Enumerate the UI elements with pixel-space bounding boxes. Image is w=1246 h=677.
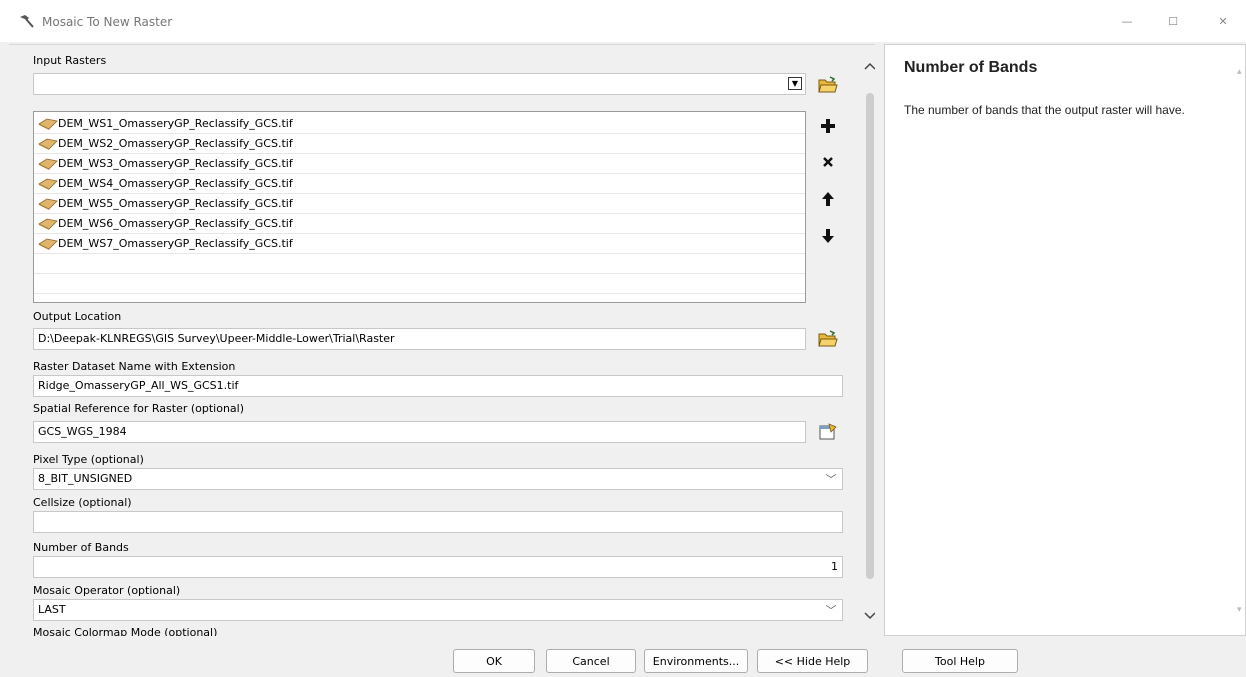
help-text: The number of bands that the output rast…	[904, 103, 1185, 117]
raster-list-item-label: DEM_WS6_OmasseryGP_Reclassify_GCS.tif	[58, 217, 293, 230]
remove-raster-button[interactable]	[817, 151, 839, 173]
chevron-down-icon[interactable]: ﹀	[823, 472, 839, 487]
raster-list-item-label: DEM_WS2_OmasseryGP_Reclassify_GCS.tif	[58, 137, 293, 150]
raster-dataset-icon	[38, 238, 58, 250]
title-bar: Mosaic To New Raster — ☐ ✕	[0, 0, 1246, 42]
raster-dataset-icon	[38, 138, 58, 150]
raster-dataset-icon	[38, 218, 58, 230]
raster-list-empty-row[interactable]	[34, 254, 805, 274]
mosaic-operator-select[interactable]: LAST ﹀	[33, 599, 843, 621]
hide-help-button[interactable]: << Hide Help	[757, 649, 868, 673]
raster-list-item[interactable]: DEM_WS5_OmasseryGP_Reclassify_GCS.tif	[34, 194, 805, 214]
window-title: Mosaic To New Raster	[42, 15, 173, 29]
maximize-button[interactable]: ☐	[1150, 0, 1196, 42]
input-rasters-combo[interactable]: ▼	[33, 73, 806, 95]
close-button[interactable]: ✕	[1200, 0, 1246, 42]
cancel-button[interactable]: Cancel	[546, 649, 636, 673]
raster-list-item[interactable]: DEM_WS6_OmasseryGP_Reclassify_GCS.tif	[34, 214, 805, 234]
close-icon: ✕	[1218, 14, 1228, 28]
scroll-down-icon[interactable]	[861, 607, 875, 625]
spatial-reference-label: Spatial Reference for Raster (optional)	[33, 402, 245, 415]
input-rasters-label: Input Rasters	[33, 54, 107, 67]
spatial-reference-field[interactable]: GCS_WGS_1984	[33, 421, 806, 443]
input-rasters-list[interactable]: DEM_WS1_OmasseryGP_Reclassify_GCS.tif DEM…	[33, 111, 806, 303]
open-folder-icon	[818, 76, 838, 93]
raster-list-empty-row[interactable]	[34, 274, 805, 294]
browse-input-button[interactable]	[817, 74, 839, 96]
raster-dataset-icon	[38, 178, 58, 190]
ok-button[interactable]: OK	[453, 649, 535, 673]
colormap-mode-label: Mosaic Colormap Mode (optional)	[33, 626, 218, 636]
raster-list-item-label: DEM_WS5_OmasseryGP_Reclassify_GCS.tif	[58, 197, 293, 210]
raster-name-field[interactable]: Ridge_OmasseryGP_All_WS_GCS1.tif	[33, 375, 843, 397]
raster-list-item-label: DEM_WS1_OmasseryGP_Reclassify_GCS.tif	[58, 117, 293, 130]
maximize-icon: ☐	[1168, 14, 1178, 28]
raster-list-item[interactable]: DEM_WS7_OmasseryGP_Reclassify_GCS.tif	[34, 234, 805, 254]
raster-list-item[interactable]: DEM_WS2_OmasseryGP_Reclassify_GCS.tif	[34, 134, 805, 154]
parameters-scrollbar[interactable]	[861, 55, 875, 636]
open-folder-icon	[818, 330, 838, 347]
cellsize-label: Cellsize (optional)	[33, 496, 132, 509]
chevron-down-icon[interactable]: ▼	[788, 77, 802, 90]
browse-output-button[interactable]	[817, 328, 839, 350]
minimize-icon: —	[1121, 14, 1133, 28]
raster-list-item[interactable]: DEM_WS3_OmasseryGP_Reclassify_GCS.tif	[34, 154, 805, 174]
raster-name-label: Raster Dataset Name with Extension	[33, 360, 236, 373]
help-panel: Number of Bands The number of bands that…	[884, 44, 1246, 636]
tool-help-button[interactable]: Tool Help	[902, 649, 1018, 673]
parameters-panel: Input Rasters ▼ DEM_WS1_OmasseryGP_Recla…	[9, 44, 875, 636]
cellsize-field[interactable]	[33, 511, 843, 533]
number-of-bands-label: Number of Bands	[33, 541, 129, 554]
raster-dataset-icon	[38, 198, 58, 210]
move-down-button[interactable]	[817, 225, 839, 247]
button-bar: OK Cancel Environments... << Hide Help T…	[0, 637, 1246, 677]
raster-dataset-icon	[38, 158, 58, 170]
add-raster-button[interactable]	[817, 115, 839, 137]
help-scroll-down-icon[interactable]: ▾	[1237, 605, 1242, 615]
arrow-up-icon	[822, 192, 834, 206]
environments-button[interactable]: Environments...	[644, 649, 748, 673]
scroll-up-icon[interactable]	[861, 57, 875, 75]
raster-list-item-label: DEM_WS3_OmasseryGP_Reclassify_GCS.tif	[58, 157, 293, 170]
raster-list-item[interactable]: DEM_WS1_OmasseryGP_Reclassify_GCS.tif	[34, 114, 805, 134]
raster-list-item-label: DEM_WS4_OmasseryGP_Reclassify_GCS.tif	[58, 177, 293, 190]
raster-list-item[interactable]: DEM_WS4_OmasseryGP_Reclassify_GCS.tif	[34, 174, 805, 194]
output-location-field[interactable]: D:\Deepak-KLNREGS\GIS Survey\Upeer-Middl…	[33, 328, 806, 350]
mosaic-operator-label: Mosaic Operator (optional)	[33, 584, 181, 597]
minimize-button[interactable]: —	[1104, 0, 1150, 42]
arrow-down-icon	[822, 229, 834, 243]
raster-dataset-icon	[38, 118, 58, 130]
plus-icon	[821, 119, 835, 133]
raster-list-item-label: DEM_WS7_OmasseryGP_Reclassify_GCS.tif	[58, 237, 293, 250]
help-title: Number of Bands	[904, 59, 1038, 76]
move-up-button[interactable]	[817, 188, 839, 210]
pixel-type-select[interactable]: 8_BIT_UNSIGNED ﹀	[33, 468, 843, 490]
help-scroll-up-icon[interactable]: ▴	[1237, 67, 1242, 77]
scroll-thumb[interactable]	[866, 93, 874, 579]
spatial-reference-properties-button[interactable]	[817, 421, 839, 443]
number-of-bands-field[interactable]: 1	[33, 556, 843, 578]
hammer-icon	[18, 14, 34, 30]
pixel-type-label: Pixel Type (optional)	[33, 453, 144, 466]
output-location-label: Output Location	[33, 310, 122, 323]
spatial-reference-properties-icon	[819, 423, 837, 440]
x-icon	[823, 157, 833, 167]
chevron-down-icon[interactable]: ﹀	[823, 603, 839, 618]
